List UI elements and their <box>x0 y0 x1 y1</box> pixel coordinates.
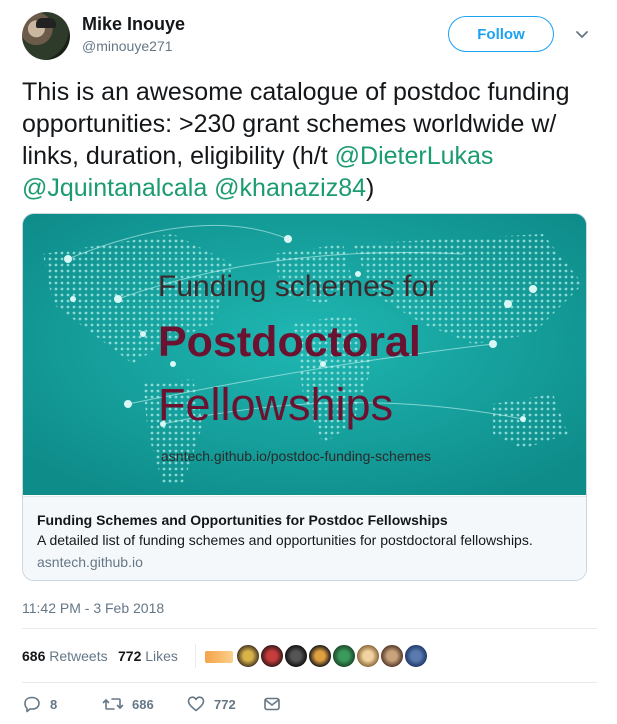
retweets-stat[interactable]: 686 Retweets <box>22 648 108 664</box>
retweet-count: 686 <box>132 696 154 712</box>
tweet-stats: 686 Retweets 772 Likes <box>22 640 597 672</box>
avatar[interactable] <box>236 644 260 668</box>
divider <box>22 628 597 629</box>
chevron-down-icon[interactable] <box>572 24 592 44</box>
mention-link[interactable]: @DieterLukas <box>335 142 494 170</box>
tweet-timestamp[interactable]: 11:42 PM - 3 Feb 2018 <box>22 600 164 616</box>
divider <box>22 682 597 683</box>
tweet-header: Mike Inouye @minouye271 Follow <box>22 12 597 60</box>
likes-count: 772 <box>118 648 142 664</box>
mention-link[interactable]: @khanaziz84 <box>214 174 366 202</box>
reply-count: 8 <box>50 696 58 712</box>
likes-stat[interactable]: 772 Likes <box>118 648 178 664</box>
avatar[interactable] <box>204 650 234 664</box>
avatar[interactable] <box>260 644 284 668</box>
card-title: Funding Schemes and Opportunities for Po… <box>37 512 448 528</box>
tweet-body-end: ) <box>366 174 375 202</box>
world-map-graphic: Funding schemes for Postdoctoral Fellows… <box>23 214 586 495</box>
avatar[interactable] <box>356 644 380 668</box>
card-image-url: asntech.github.io/postdoc-funding-scheme… <box>161 448 431 464</box>
retweets-count: 686 <box>22 648 46 664</box>
tweet-text: This is an awesome catalogue of postdoc … <box>22 76 597 204</box>
avatar[interactable] <box>22 12 70 60</box>
tweet-actions: 8 686 772 <box>22 692 597 718</box>
heart-icon <box>187 696 205 712</box>
like-button[interactable]: 772 <box>186 694 236 714</box>
user-name[interactable]: Mike Inouye <box>82 14 185 35</box>
avatar[interactable] <box>380 644 404 668</box>
avatar[interactable] <box>284 644 308 668</box>
mention-link[interactable]: @Jquintanalcala <box>22 174 207 202</box>
like-count: 772 <box>214 696 236 712</box>
retweets-label: Retweets <box>49 648 108 664</box>
avatar[interactable] <box>404 644 428 668</box>
retweet-button[interactable]: 686 <box>102 694 154 714</box>
reply-button[interactable]: 8 <box>22 694 57 714</box>
follow-button[interactable]: Follow <box>448 16 554 52</box>
card-image-line2: Postdoctoral <box>158 318 421 366</box>
card-info[interactable]: Funding Schemes and Opportunities for Po… <box>23 496 586 580</box>
envelope-icon <box>264 697 280 711</box>
card-image[interactable]: Funding schemes for Postdoctoral Fellows… <box>23 214 586 495</box>
avatar[interactable] <box>332 644 356 668</box>
stats-separator <box>195 644 196 668</box>
card-domain: asntech.github.io <box>37 554 143 570</box>
retweet-icon <box>102 698 124 710</box>
link-card[interactable]: Funding schemes for Postdoctoral Fellows… <box>22 213 587 581</box>
card-image-line3: Fellowships <box>158 379 393 430</box>
card-description: A detailed list of funding schemes and o… <box>37 532 533 548</box>
liker-avatars <box>204 644 474 670</box>
avatar[interactable] <box>308 644 332 668</box>
likes-label: Likes <box>145 648 178 664</box>
card-image-line1: Funding schemes for <box>158 270 438 303</box>
direct-message-button[interactable] <box>262 694 282 714</box>
reply-icon <box>24 696 40 713</box>
user-handle[interactable]: @minouye271 <box>82 38 173 54</box>
